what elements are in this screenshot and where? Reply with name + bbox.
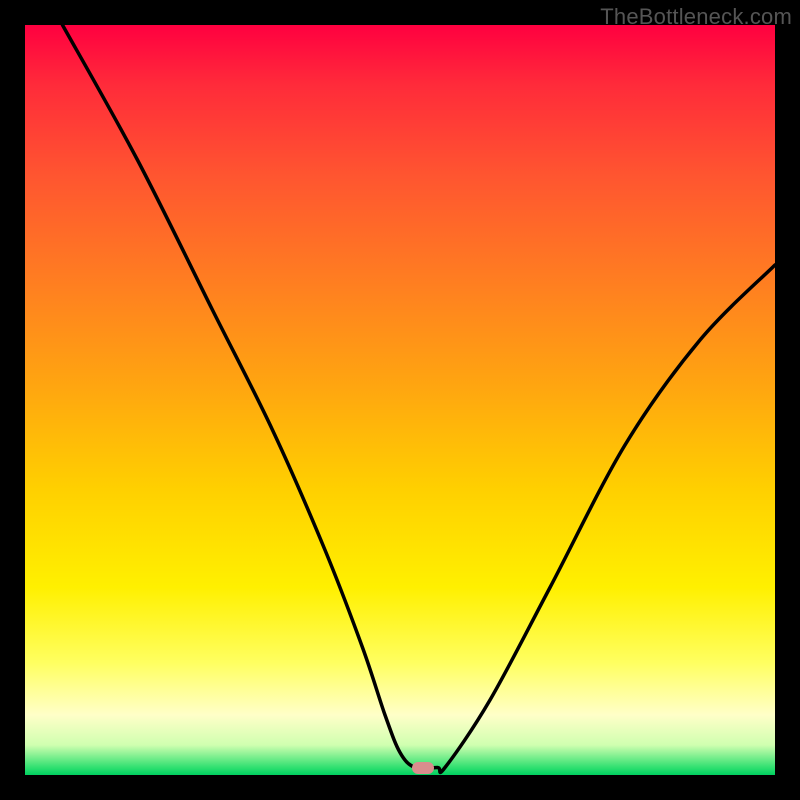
watermark-text: TheBottleneck.com bbox=[600, 4, 792, 30]
curve-svg bbox=[25, 25, 775, 775]
chart-frame: TheBottleneck.com bbox=[0, 0, 800, 800]
bottleneck-curve-path bbox=[63, 25, 776, 773]
optimal-marker bbox=[412, 762, 434, 774]
plot-area bbox=[25, 25, 775, 775]
